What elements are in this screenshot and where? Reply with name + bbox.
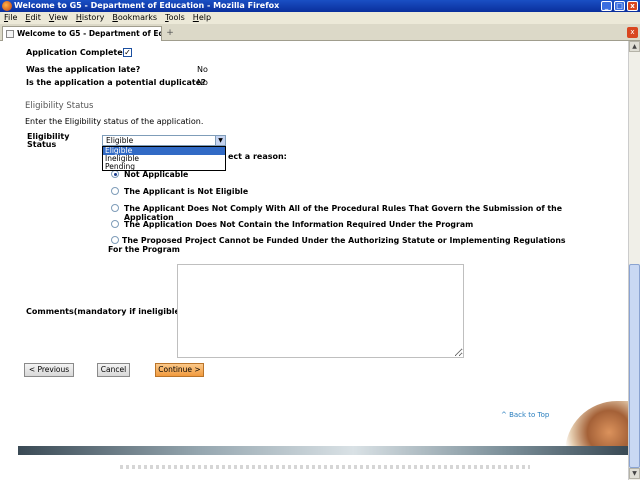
chevron-down-icon[interactable]: ▼ bbox=[215, 136, 225, 145]
tab-bar: Welcome to G5 - Department of Edu... + x bbox=[0, 24, 640, 41]
comments-label: Comments(mandatory if ineligible) bbox=[26, 307, 184, 316]
cancel-button[interactable]: Cancel bbox=[97, 363, 130, 377]
option-pending[interactable]: Pending bbox=[103, 163, 225, 171]
reason-radio-3[interactable] bbox=[111, 220, 119, 228]
reason-label-0: Not Applicable bbox=[124, 170, 189, 179]
late-value: No bbox=[197, 65, 208, 74]
footer-text-strip bbox=[120, 465, 530, 469]
tab-label: Welcome to G5 - Department of Edu... bbox=[17, 29, 162, 38]
eligibility-field-label-2: Status bbox=[27, 140, 57, 149]
scroll-up-icon[interactable]: ▲ bbox=[629, 41, 640, 52]
minimize-button[interactable]: _ bbox=[601, 1, 612, 11]
vertical-scrollbar[interactable]: ▲ ▼ bbox=[628, 41, 640, 480]
eligibility-selected-value: Eligible bbox=[106, 136, 134, 145]
page-favicon-icon bbox=[6, 30, 14, 38]
scroll-down-icon[interactable]: ▼ bbox=[629, 468, 640, 479]
duplicate-label: Is the application a potential duplicate… bbox=[26, 78, 206, 87]
continue-button[interactable]: Continue > bbox=[155, 363, 204, 377]
menu-view[interactable]: View bbox=[45, 12, 72, 24]
back-to-top-link[interactable]: ^ Back to Top bbox=[501, 411, 549, 419]
reason-label-3: The Application Does Not Contain the Inf… bbox=[124, 220, 474, 229]
duplicate-value: No bbox=[197, 78, 208, 87]
reason-radio-1[interactable] bbox=[111, 187, 119, 195]
reason-label-1: The Applicant is Not Eligible bbox=[124, 187, 249, 196]
window-title: Welcome to G5 - Department of Education … bbox=[14, 1, 280, 10]
comments-textarea[interactable] bbox=[177, 264, 464, 358]
late-label: Was the application late? bbox=[26, 65, 141, 74]
reason-radio-0[interactable] bbox=[111, 170, 119, 178]
menu-history[interactable]: History bbox=[72, 12, 108, 24]
scroll-thumb[interactable] bbox=[629, 264, 640, 468]
menu-help[interactable]: Help bbox=[189, 12, 215, 24]
menu-tools[interactable]: Tools bbox=[161, 12, 189, 24]
menu-edit[interactable]: Edit bbox=[21, 12, 45, 24]
menu-bar: File Edit View History Bookmarks Tools H… bbox=[0, 12, 640, 24]
reason-prompt: ect a reason: bbox=[228, 152, 287, 161]
menu-bookmarks[interactable]: Bookmarks bbox=[108, 12, 161, 24]
page-content: Application Complete ✓ Was the applicati… bbox=[0, 41, 628, 480]
eligibility-options-list: Eligible Ineligible Pending bbox=[102, 146, 226, 171]
maximize-button[interactable]: □ bbox=[614, 1, 625, 11]
menu-file[interactable]: File bbox=[0, 12, 21, 24]
eligibility-instructions: Enter the Eligibility status of the appl… bbox=[25, 117, 204, 126]
window-titlebar: Welcome to G5 - Department of Education … bbox=[0, 0, 640, 12]
tab-g5-welcome[interactable]: Welcome to G5 - Department of Edu... bbox=[2, 26, 162, 41]
previous-button[interactable]: < Previous bbox=[24, 363, 74, 377]
reason-label-4: The Proposed Project Cannot be Funded Un… bbox=[108, 236, 566, 254]
close-button[interactable]: x bbox=[627, 1, 638, 11]
eligibility-section-title: Eligibility Status bbox=[25, 101, 94, 111]
footer-banner bbox=[18, 446, 628, 455]
new-tab-button[interactable]: + bbox=[163, 27, 177, 40]
tab-close-button[interactable]: x bbox=[627, 27, 638, 38]
application-complete-label: Application Complete bbox=[26, 48, 123, 57]
eligibility-status-select[interactable]: Eligible ▼ bbox=[102, 135, 226, 146]
window-controls: _ □ x bbox=[601, 1, 638, 11]
reason-radio-2[interactable] bbox=[111, 204, 119, 212]
application-complete-checkbox[interactable]: ✓ bbox=[123, 48, 132, 57]
firefox-icon bbox=[2, 1, 12, 11]
